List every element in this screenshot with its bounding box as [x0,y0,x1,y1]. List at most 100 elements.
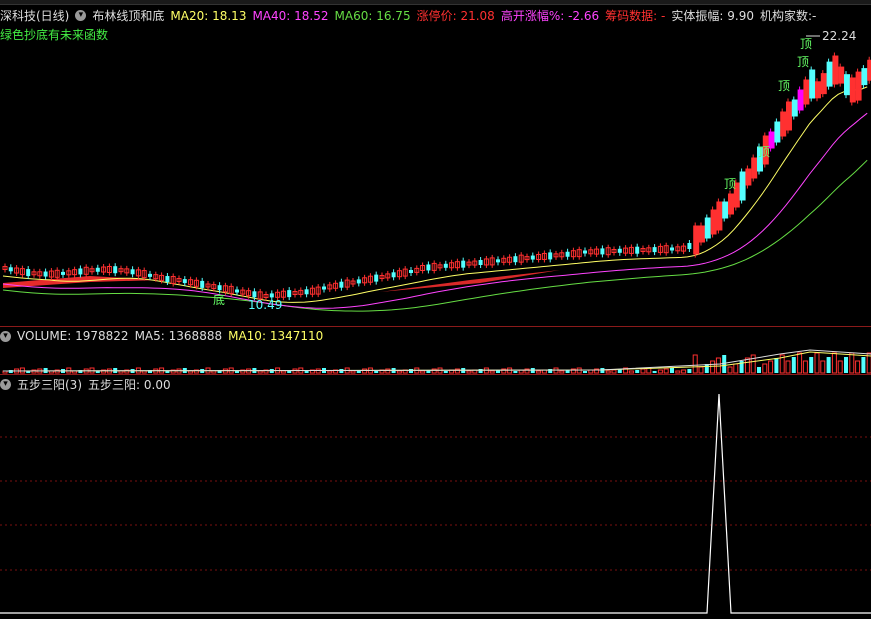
volume-bar [663,368,669,374]
candle-body [513,256,518,263]
candle-body [745,168,752,186]
volume-bar [675,370,681,374]
candle-body [113,266,118,274]
volume-bar [350,370,356,374]
candle-body [739,171,746,201]
volume-bar [489,370,495,374]
volume-bar [652,371,657,373]
indicator-chart[interactable] [0,390,871,619]
candle-body [443,263,448,268]
volume-bar [304,371,309,373]
volume-bar [385,368,391,374]
candle-body [693,225,700,255]
volume-bar [362,368,368,374]
volume-bar [536,370,542,374]
candle-body [8,267,13,272]
candle-body [820,73,827,95]
top-marker: 顶 [758,145,770,159]
candle-body [774,121,781,143]
volume-bar [315,368,321,374]
volume-bar [692,354,698,374]
volume-bar [513,371,518,373]
candle-body [861,68,868,86]
candle-body [797,89,804,111]
candle-body [728,193,734,215]
candle-body [165,276,170,283]
candle-body [699,225,705,243]
indicator-line [0,393,871,614]
volume-bar [670,368,674,373]
candle-body [426,264,431,271]
candle-body [791,99,798,117]
candle-body [832,55,839,85]
candle-body [780,111,787,137]
volume-bar [687,369,692,373]
candle-body [722,201,729,219]
candle-body [356,279,361,284]
candle-body [148,273,152,277]
price-chart[interactable]: 顶顶顶顶顶底 [0,0,871,325]
high-price-label: 22.24 [822,29,857,43]
top-marker: 顶 [800,37,812,51]
volume-bar [396,370,402,374]
candle-body [803,79,810,105]
vol-ma5-readout: MA5: 1368888 [134,329,223,343]
candle-body [704,217,711,239]
candle-body [391,272,396,278]
volume-chart[interactable] [0,344,871,374]
volume-bar [628,370,634,374]
volume-bar [809,357,814,373]
volume-bar [791,357,796,373]
volume-bar [820,360,826,374]
volume-bar [785,360,791,374]
candle-body [826,61,833,87]
volume-bar [744,357,750,374]
candle-body [844,74,850,96]
volume-bar [768,360,774,374]
volume-indicator-divider[interactable] [0,374,871,375]
volume-bar [861,357,866,373]
volume-bar [339,369,344,373]
volume-bar [704,364,709,373]
volume-bar [802,360,808,374]
volume-bar [235,371,239,373]
chevron-down-icon[interactable]: ▾ [0,330,11,342]
candle-body [786,101,792,131]
candle-body [600,248,605,255]
candle-body [409,270,413,273]
candle-body [583,250,587,254]
candle-body [252,291,257,298]
candle-body [235,289,239,293]
volume-bar [733,363,739,374]
candle-body [849,77,856,103]
candle-body [200,280,205,288]
volume-bar [583,371,587,373]
volume-bar [409,369,413,373]
candle-body [838,66,845,84]
candle-body [322,286,326,290]
volume-bar [831,352,837,374]
volume-bar [280,370,286,374]
volume-bar [826,357,831,373]
volume-bar [698,366,704,374]
candle-body [374,274,379,282]
volume-bar [715,357,721,374]
volume-bar [855,360,861,374]
candle-body [617,248,622,253]
volume-bar [501,368,507,374]
price-volume-divider[interactable] [0,326,871,327]
volume-bar [657,369,663,374]
candle-body [635,246,640,254]
volume-bar [611,369,617,374]
volume-bar [814,352,820,374]
candle-body [304,289,309,295]
bottom-marker: 底 [213,292,225,307]
chevron-down-icon[interactable]: ▾ [0,379,11,390]
candle-body [287,290,292,298]
candle-body [95,267,100,272]
volume-bar [466,370,472,374]
candle-body [217,285,222,291]
candle-body [478,260,483,265]
candle-body [78,268,83,275]
candle-body [670,247,674,251]
